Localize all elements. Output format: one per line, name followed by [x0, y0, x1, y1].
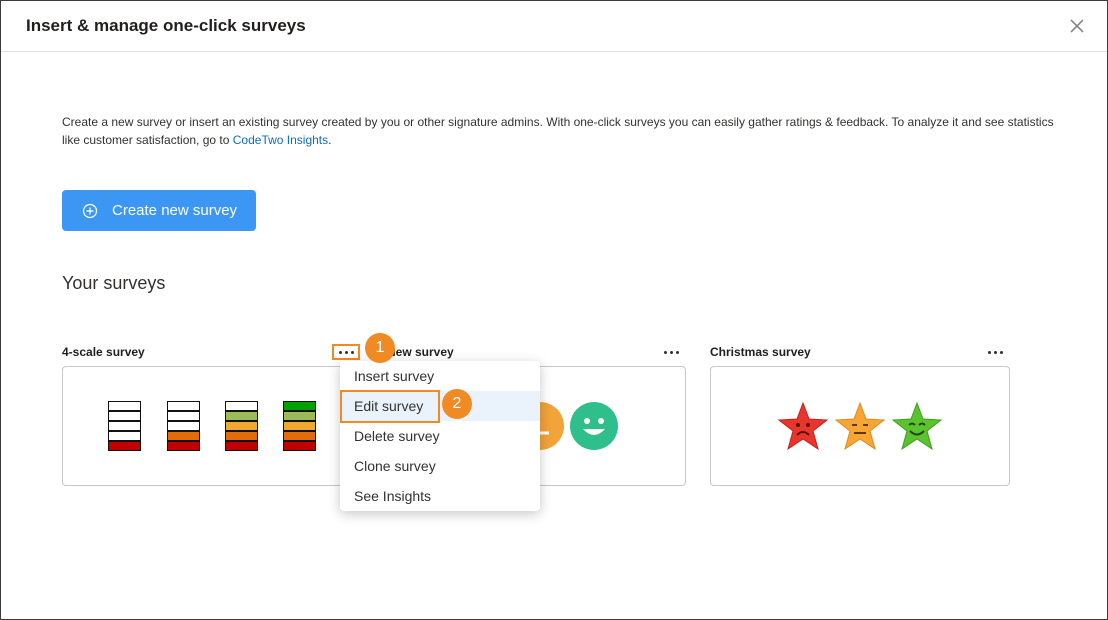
menu-item-see-insights[interactable]: See Insights [340, 481, 540, 511]
survey-title-new: New survey [387, 345, 454, 359]
happy-face-icon [570, 402, 618, 450]
happy-star-icon [891, 401, 943, 451]
survey-card-4-scale[interactable] [62, 366, 362, 486]
dialog-header: Insert & manage one-click surveys [1, 1, 1107, 52]
survey-more-options-button-2[interactable] [657, 344, 685, 360]
dialog-title: Insert & manage one-click surveys [26, 16, 306, 35]
description: Create a new survey or insert an existin… [62, 113, 1062, 149]
survey-dialog: Insert & manage one-click surveys Create… [0, 0, 1108, 620]
step-badge-1: 1 [365, 333, 395, 363]
scale-bar-3 [225, 401, 258, 451]
survey-more-options-button[interactable] [332, 344, 360, 360]
scale-bar-4 [283, 401, 316, 451]
menu-item-clone-survey[interactable]: Clone survey [340, 451, 540, 481]
scale-bar-1 [108, 401, 141, 451]
scale-bar-2 [167, 401, 200, 451]
neutral-star-icon [834, 401, 886, 451]
survey-card-christmas[interactable] [710, 366, 1010, 486]
your-surveys-heading: Your surveys [62, 273, 166, 293]
survey-more-options-button-3[interactable] [981, 344, 1009, 360]
description-end: . [328, 133, 332, 147]
survey-title-4-scale: 4-scale survey [62, 345, 145, 359]
close-icon[interactable] [1065, 14, 1089, 38]
description-text: Create a new survey or insert an existin… [62, 115, 1054, 147]
sad-star-icon [777, 401, 829, 451]
create-new-survey-button[interactable]: Create new survey [62, 190, 256, 231]
create-button-label: Create new survey [112, 202, 238, 219]
menu-item-insert-survey[interactable]: Insert survey [340, 361, 540, 391]
menu-item-delete-survey[interactable]: Delete survey [340, 421, 540, 451]
codetwo-insights-link[interactable]: CodeTwo Insights [233, 133, 328, 147]
plus-circle-icon [82, 203, 98, 218]
menu-item-edit-survey[interactable]: Edit survey [340, 391, 540, 421]
step-badge-2: 2 [442, 389, 472, 419]
survey-title-christmas: Christmas survey [710, 345, 811, 359]
survey-context-menu: Insert survey Edit survey Delete survey … [340, 361, 540, 511]
